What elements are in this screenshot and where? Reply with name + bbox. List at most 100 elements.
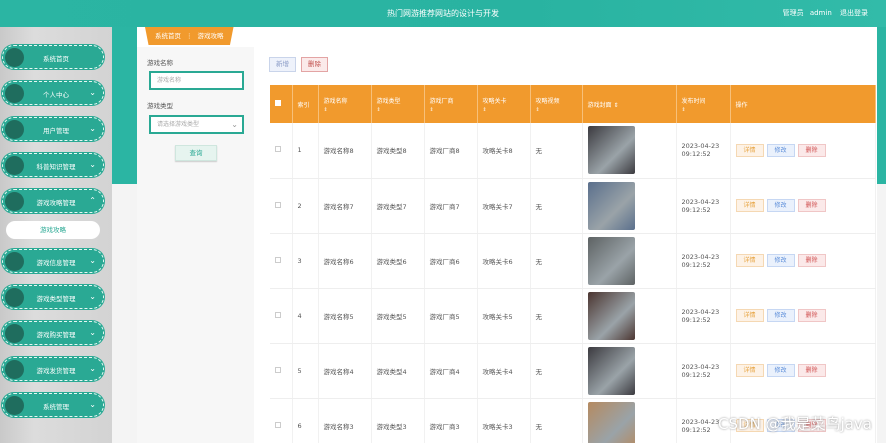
sort-icon[interactable]: ⇕	[324, 107, 371, 113]
sidebar-item-label: 个人中心	[43, 91, 69, 99]
cell-vendor: 游戏厂商6	[424, 233, 478, 289]
logout-link[interactable]: 退出登录	[840, 9, 868, 17]
sidebar-item[interactable]: 系统管理 ⌄	[2, 393, 104, 417]
detail-button[interactable]: 详情	[735, 309, 764, 322]
breadcrumb-home[interactable]: 系统首页	[155, 32, 181, 40]
cover-image[interactable]	[587, 181, 635, 230]
sidebar-item[interactable]: 游戏发货管理 ⌄	[2, 357, 104, 381]
edit-button[interactable]: 修改	[766, 364, 795, 377]
sidebar-item-label: 系统管理	[43, 403, 69, 411]
row-checkbox[interactable]	[275, 421, 281, 428]
cover-image[interactable]	[587, 346, 635, 395]
sidebar-item-label: 用户管理	[43, 127, 69, 135]
game-type-placeholder: 请选择游戏类型	[157, 121, 200, 128]
edit-button[interactable]: 修改	[766, 254, 795, 267]
row-checkbox[interactable]	[275, 311, 281, 318]
row-delete-button[interactable]: 删除	[797, 309, 826, 322]
row-delete-button[interactable]: 删除	[797, 254, 826, 267]
cover-image[interactable]	[587, 236, 635, 285]
add-button[interactable]: 新增	[269, 57, 296, 72]
cell-ops: 详情 修改 删除	[730, 123, 876, 179]
col-video[interactable]: 攻略视频 ⇕	[530, 85, 583, 123]
sidebar-item-label: 游戏购买管理	[36, 331, 76, 339]
row-select-cell	[270, 233, 293, 289]
row-select-cell	[270, 178, 293, 234]
row-delete-button[interactable]: 删除	[797, 143, 826, 157]
row-delete-button[interactable]: 删除	[797, 364, 826, 377]
row-checkbox[interactable]	[275, 256, 281, 263]
detail-button[interactable]: 详情	[735, 199, 764, 212]
row-delete-button[interactable]: 删除	[797, 199, 826, 212]
col-time-label: 发布时间	[681, 97, 706, 105]
col-time[interactable]: 发布时间 ⇕	[676, 85, 731, 123]
detail-button[interactable]: 详情	[735, 143, 764, 157]
username: admin	[809, 9, 832, 17]
breadcrumb-separator: ⋮	[186, 32, 193, 40]
col-type-label: 游戏类型	[376, 97, 401, 105]
sidebar-item[interactable]: 游戏攻略管理 ⌃	[2, 189, 104, 213]
breadcrumb-current: 游戏攻略	[197, 32, 224, 40]
cell-video: 无	[530, 343, 583, 399]
detail-button[interactable]: 详情	[735, 364, 764, 377]
delete-button[interactable]: 删除	[301, 57, 328, 72]
sidebar-item[interactable]: 用户管理 ⌄	[2, 117, 104, 141]
menu-dot-icon	[5, 48, 24, 67]
cell-type: 游戏类型3	[371, 398, 425, 443]
menu-dot-icon	[5, 252, 24, 271]
user-role: 管理员	[782, 9, 804, 17]
row-checkbox[interactable]	[275, 366, 281, 373]
sort-icon[interactable]: ⇕	[613, 102, 618, 109]
sort-icon[interactable]: ⇕	[377, 107, 424, 113]
cell-time: 2023-04-23 09:12:52	[676, 343, 731, 399]
sort-icon[interactable]: ⇕	[430, 107, 477, 113]
cell-video: 无	[530, 398, 583, 443]
cover-image[interactable]	[587, 401, 635, 443]
edit-button[interactable]: 修改	[766, 143, 795, 157]
game-name-input[interactable]: 游戏名称	[149, 71, 244, 90]
sort-icon[interactable]: ⇕	[483, 107, 530, 113]
cell-vendor: 游戏厂商5	[424, 288, 478, 344]
menu-dot-icon	[5, 324, 24, 343]
sidebar-item[interactable]: 游戏购买管理 ⌄	[2, 321, 104, 345]
sidebar-item-label: 游戏类型管理	[36, 295, 76, 303]
sidebar-item[interactable]: 系统首页	[2, 45, 104, 69]
col-cover[interactable]: 游戏封面 ⇕	[582, 85, 677, 123]
edit-button[interactable]: 修改	[766, 199, 795, 212]
sidebar-item[interactable]: 游戏类型管理 ⌄	[2, 285, 104, 309]
detail-button[interactable]: 详情	[735, 254, 764, 267]
col-level[interactable]: 攻略关卡 ⇕	[477, 85, 531, 123]
col-name[interactable]: 游戏名称 ⇕	[318, 85, 372, 123]
watermark: CSDN @我是菜鸟java	[718, 415, 872, 433]
cell-level: 攻略关卡6	[477, 233, 531, 289]
cover-image[interactable]	[587, 126, 635, 175]
col-index-label: 索引	[297, 101, 310, 109]
col-type[interactable]: 游戏类型 ⇕	[371, 85, 425, 123]
cell-index: 2	[292, 178, 319, 234]
sidebar-item[interactable]: 个人中心 ⌄	[2, 81, 104, 105]
sidebar-item[interactable]: 游戏信息管理 ⌄	[2, 249, 104, 273]
col-vendor[interactable]: 游戏厂商 ⇕	[424, 85, 478, 123]
sidebar-item[interactable]: 科普知识管理 ⌄	[2, 153, 104, 177]
col-cover-label: 游戏封面	[587, 101, 612, 109]
cell-type: 游戏类型4	[371, 343, 425, 399]
cover-image[interactable]	[587, 291, 635, 340]
chevron-icon: ⌃	[89, 196, 96, 205]
sort-icon[interactable]: ⇕	[682, 107, 730, 113]
cell-ops: 详情 修改 删除	[730, 343, 876, 399]
row-checkbox[interactable]	[275, 201, 281, 208]
edit-button[interactable]: 修改	[766, 309, 795, 322]
row-checkbox[interactable]	[275, 146, 281, 153]
select-all-checkbox[interactable]	[275, 100, 281, 106]
menu-dot-icon	[5, 396, 24, 415]
sidebar-item-label: 游戏发货管理	[36, 367, 76, 375]
chevron-icon: ⌄	[89, 292, 96, 301]
breadcrumb: 系统首页 ⋮ 游戏攻略	[145, 27, 234, 45]
sort-icon[interactable]: ⇕	[536, 107, 582, 113]
cell-video: 无	[530, 123, 583, 179]
sidebar-subitem-active[interactable]: 游戏攻略	[6, 221, 100, 239]
search-button[interactable]: 查询	[175, 145, 217, 161]
table-row: 2 游戏名称7 游戏类型7 游戏厂商7 攻略关卡7 无 2023-04-23 09:12:5…	[270, 178, 876, 234]
col-vendor-label: 游戏厂商	[429, 97, 454, 105]
table-row: 4 游戏名称5 游戏类型5 游戏厂商5 攻略关卡5 无 2023-04-23 09:12:5…	[270, 288, 876, 344]
game-type-select[interactable]: 请选择游戏类型 ⌄	[149, 115, 244, 134]
